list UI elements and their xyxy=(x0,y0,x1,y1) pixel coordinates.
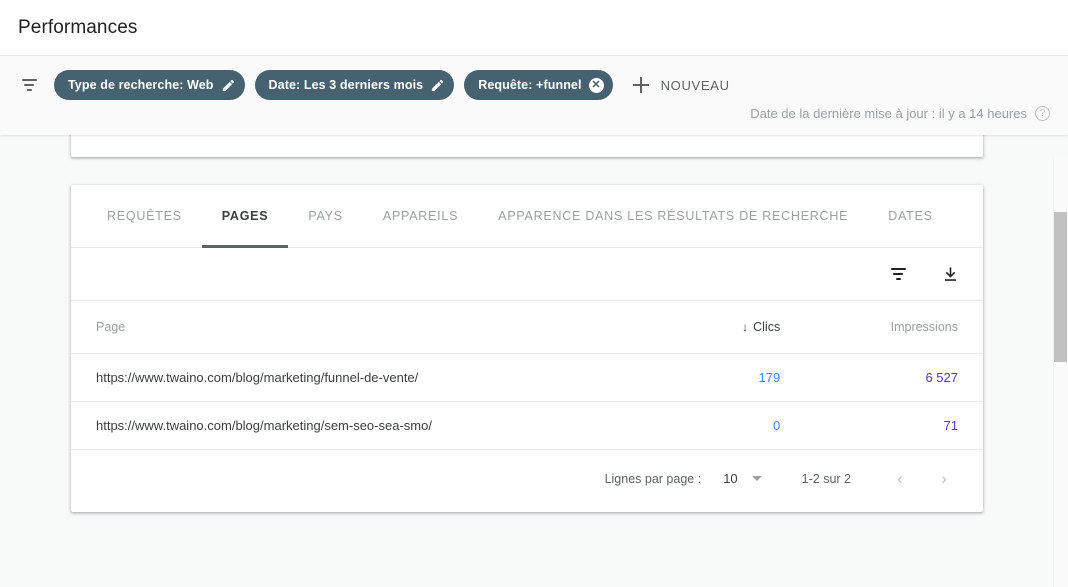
cell-clics: 179 xyxy=(683,353,827,402)
tab-label: APPARENCE DANS LES RÉSULTATS DE RECHERCH… xyxy=(498,209,849,223)
filter-chip-label: Requête: +funnel xyxy=(478,78,582,92)
column-header-label: Impressions xyxy=(890,319,958,334)
filter-icon-line-1 xyxy=(21,79,37,81)
filter-icon-line-2 xyxy=(24,84,34,86)
filter-chip-search-type[interactable]: Type de recherche: Web xyxy=(54,70,245,100)
chart-card-partial xyxy=(71,135,983,157)
table-header-row: Page ↓ Clics Impressions xyxy=(71,301,983,354)
close-icon[interactable]: ✕ xyxy=(588,77,604,93)
help-icon[interactable]: ? xyxy=(1035,106,1050,121)
dimension-tabs: REQUÊTES PAGES PAYS APPAREILS APPARENCE … xyxy=(71,185,983,248)
cell-impressions: 71 xyxy=(826,401,983,450)
last-update-text: Date de la dernière mise à jour : il y a… xyxy=(750,106,1027,121)
table-row[interactable]: https://www.twaino.com/blog/marketing/fu… xyxy=(71,353,983,402)
tab-label: PAGES xyxy=(221,209,269,223)
pagination-range-label: 1-2 sur 2 xyxy=(801,471,851,486)
rows-per-page-label: Lignes par page : xyxy=(604,471,702,486)
plus-icon xyxy=(631,75,651,95)
pencil-icon[interactable] xyxy=(221,78,236,93)
column-header-label: Page xyxy=(96,319,126,334)
column-header-label: Clics xyxy=(753,319,781,334)
column-header-impressions[interactable]: Impressions xyxy=(826,301,983,354)
cell-page: https://www.twaino.com/blog/marketing/fu… xyxy=(71,353,684,402)
filter-chip-label: Date: Les 3 derniers mois xyxy=(268,78,424,92)
chevron-down-icon xyxy=(751,476,762,481)
pagination-prev-button[interactable]: ‹ xyxy=(883,462,917,496)
content-scroll-area: REQUÊTES PAGES PAYS APPAREILS APPARENCE … xyxy=(0,135,1068,564)
pagination-next-button[interactable]: › xyxy=(927,462,961,496)
app-header: Performances xyxy=(0,0,1068,56)
rows-per-page-select[interactable]: 10 xyxy=(723,471,762,486)
tab-appareils[interactable]: APPAREILS xyxy=(363,185,478,247)
filter-icon[interactable] xyxy=(887,263,909,285)
filter-icon-line-3 xyxy=(895,278,901,280)
download-icon[interactable] xyxy=(939,263,961,285)
vertical-scrollbar-thumb[interactable] xyxy=(1054,212,1067,362)
performance-table: Page ↓ Clics Impressions https://www.twai… xyxy=(71,301,983,450)
filter-icon-line-2 xyxy=(893,273,903,275)
rows-per-page-value: 10 xyxy=(723,471,738,486)
table-body: https://www.twaino.com/blog/marketing/fu… xyxy=(71,353,983,450)
tab-pays[interactable]: PAYS xyxy=(288,185,363,247)
tab-dates[interactable]: DATES xyxy=(868,185,953,247)
tab-requetes[interactable]: REQUÊTES xyxy=(87,185,202,247)
filter-bar-container: Type de recherche: Web Date: Les 3 derni… xyxy=(0,56,1068,135)
filter-bar: Type de recherche: Web Date: Les 3 derni… xyxy=(0,56,1068,106)
new-filter-label: NOUVEAU xyxy=(660,77,730,93)
tab-label: PAYS xyxy=(308,209,343,223)
filter-chip-date[interactable]: Date: Les 3 derniers mois xyxy=(254,70,455,100)
cell-page: https://www.twaino.com/blog/marketing/se… xyxy=(71,401,684,450)
column-header-clics[interactable]: ↓ Clics xyxy=(683,301,827,354)
tab-apparence-resultats[interactable]: APPARENCE DANS LES RÉSULTATS DE RECHERCH… xyxy=(478,185,868,247)
table-toolbar xyxy=(71,248,983,301)
page-title: Performances xyxy=(18,16,138,38)
tab-label: REQUÊTES xyxy=(107,209,182,223)
tab-pages[interactable]: PAGES xyxy=(201,185,289,248)
filter-icon[interactable] xyxy=(16,72,42,98)
filter-icon-line-1 xyxy=(890,268,906,270)
pencil-icon[interactable] xyxy=(430,78,445,93)
filter-chip-query[interactable]: Requête: +funnel ✕ xyxy=(464,70,613,100)
tab-label: DATES xyxy=(888,209,933,223)
filter-icon-line-3 xyxy=(26,89,32,91)
new-filter-button[interactable]: NOUVEAU xyxy=(631,70,730,100)
filter-chip-label: Type de recherche: Web xyxy=(68,78,214,92)
performance-table-card: REQUÊTES PAGES PAYS APPAREILS APPARENCE … xyxy=(71,185,983,512)
last-update-row: Date de la dernière mise à jour : il y a… xyxy=(0,106,1068,135)
column-header-page[interactable]: Page xyxy=(71,301,684,354)
sort-desc-icon: ↓ xyxy=(742,319,749,334)
table-head: Page ↓ Clics Impressions xyxy=(71,301,983,354)
table-row[interactable]: https://www.twaino.com/blog/marketing/se… xyxy=(71,401,983,450)
table-pagination: Lignes par page : 10 1-2 sur 2 ‹ › xyxy=(71,450,983,508)
tab-label: APPAREILS xyxy=(382,209,459,223)
cell-clics: 0 xyxy=(683,401,827,450)
cell-impressions: 6 527 xyxy=(826,353,983,402)
